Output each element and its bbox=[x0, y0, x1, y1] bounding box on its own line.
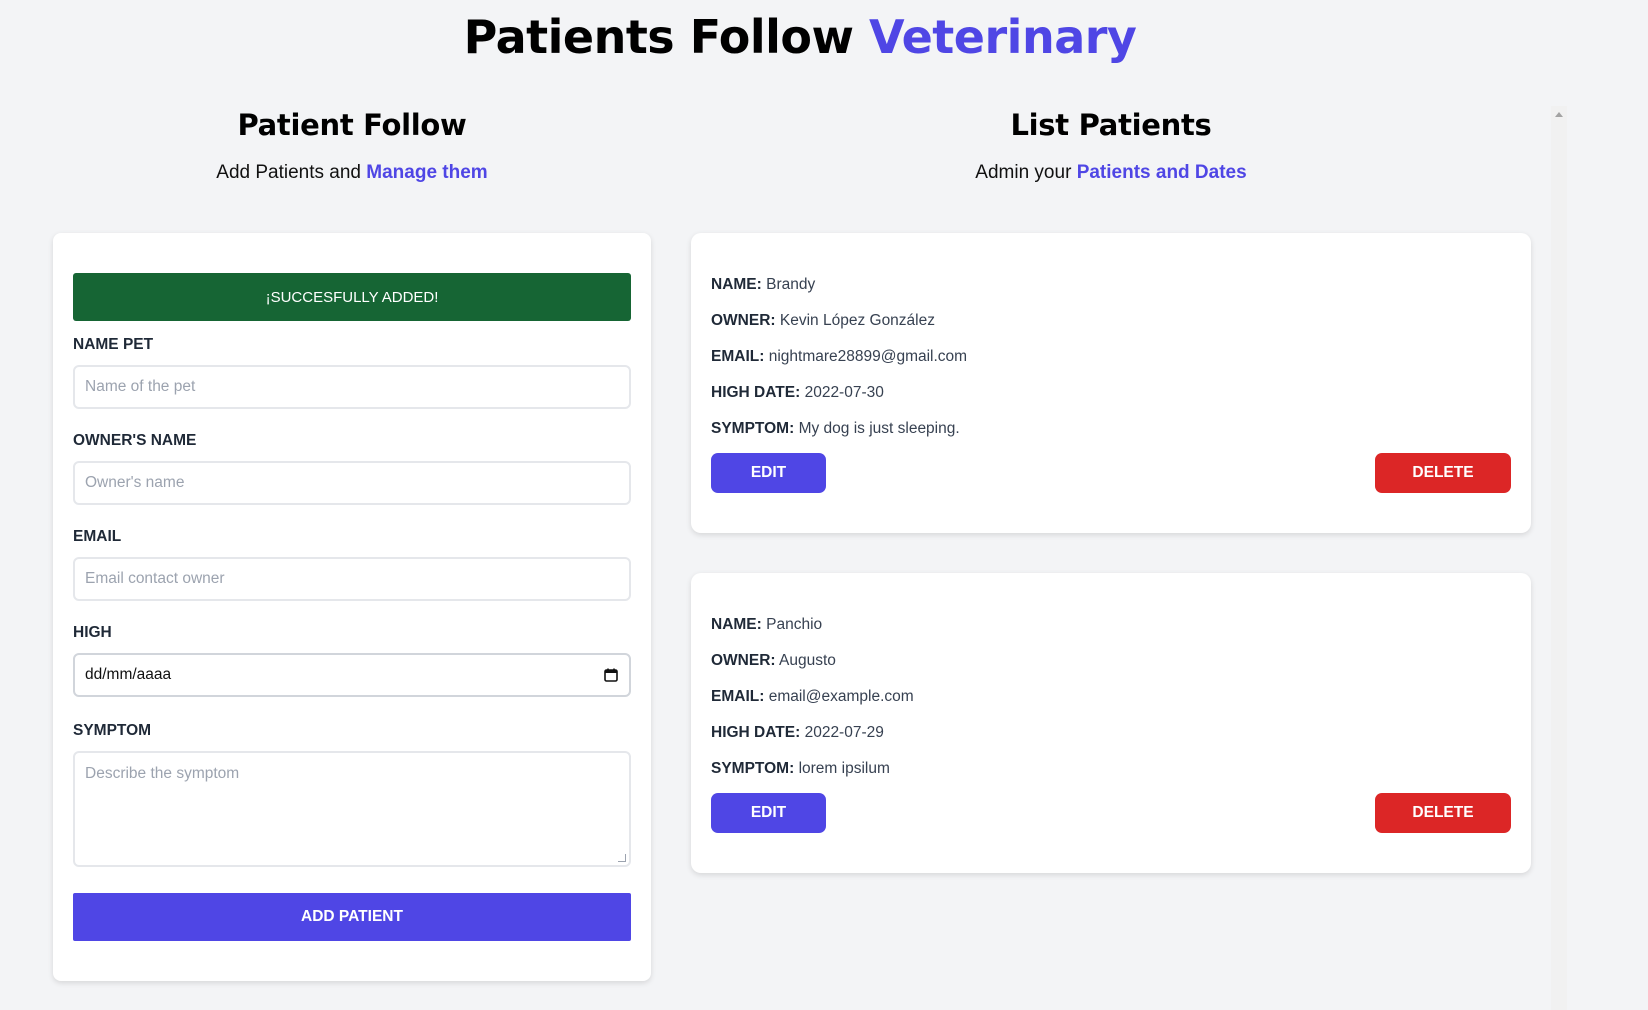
patient-owner-value: Kevin López González bbox=[779, 312, 935, 329]
symptom-placeholder: Describe the symptom bbox=[85, 765, 240, 782]
patient-email-label: EMAIL: bbox=[711, 688, 765, 705]
list-scrollbar[interactable] bbox=[1551, 106, 1567, 1010]
list-section-title: List Patients bbox=[1010, 108, 1212, 142]
owner-name-label: OWNER'S NAME bbox=[73, 432, 197, 449]
patient-owner-row: OWNER: Augusto bbox=[711, 652, 836, 670]
resize-handle-icon[interactable] bbox=[618, 854, 626, 862]
patient-card: NAME: Panchio OWNER: Augusto EMAIL: emai… bbox=[691, 573, 1531, 873]
patient-name-label: NAME: bbox=[711, 276, 762, 293]
list-subtitle-accent: Patients and Dates bbox=[1076, 162, 1247, 183]
form-section-subtitle: Add Patients and Manage them bbox=[53, 162, 651, 184]
form-subtitle-plain: Add Patients and bbox=[216, 162, 361, 183]
patient-name-row: NAME: Brandy bbox=[711, 276, 815, 294]
high-date-value: dd/mm/aaaa bbox=[85, 666, 172, 683]
high-label: HIGH bbox=[73, 624, 112, 641]
app-title-main: Patients Follow bbox=[463, 10, 854, 64]
add-patient-button[interactable]: ADD PATIENT bbox=[73, 893, 631, 941]
patient-email-row: EMAIL: email@example.com bbox=[711, 688, 914, 706]
list-subtitle-plain: Admin your bbox=[975, 162, 1072, 183]
email-input[interactable] bbox=[73, 557, 631, 601]
patient-high-date-value: 2022-07-30 bbox=[804, 384, 884, 401]
scroll-up-arrow-icon[interactable] bbox=[1555, 112, 1563, 117]
patient-email-row: EMAIL: nightmare28899@gmail.com bbox=[711, 348, 967, 366]
app-title: Patients Follow Veterinary bbox=[0, 10, 1600, 64]
app-title-accent: Veterinary bbox=[869, 10, 1137, 64]
patient-high-date-value: 2022-07-29 bbox=[804, 724, 884, 741]
name-pet-input[interactable] bbox=[73, 365, 631, 409]
patient-owner-label: OWNER: bbox=[711, 312, 776, 329]
owner-name-input[interactable] bbox=[73, 461, 631, 505]
patient-owner-value: Augusto bbox=[779, 652, 836, 669]
name-pet-label: NAME PET bbox=[73, 336, 154, 353]
list-section-subtitle: Admin your Patients and Dates bbox=[691, 162, 1531, 184]
list-section-header: List Patients Admin your Patients and Da… bbox=[691, 108, 1531, 184]
patient-owner-row: OWNER: Kevin López González bbox=[711, 312, 935, 330]
patient-high-date-label: HIGH DATE: bbox=[711, 384, 801, 401]
delete-button[interactable]: DELETE bbox=[1375, 453, 1511, 493]
form-section-header: Patient Follow Add Patients and Manage t… bbox=[53, 108, 651, 184]
calendar-icon[interactable] bbox=[603, 667, 619, 683]
symptom-textarea[interactable]: Describe the symptom bbox=[73, 751, 631, 867]
form-subtitle-accent: Manage them bbox=[366, 162, 488, 183]
patient-high-date-row: HIGH DATE: 2022-07-30 bbox=[711, 384, 884, 402]
patient-email-label: EMAIL: bbox=[711, 348, 765, 365]
patient-symptom-value: lorem ipsilum bbox=[798, 760, 890, 777]
patient-symptom-row: SYMPTOM: lorem ipsilum bbox=[711, 760, 890, 778]
patient-name-row: NAME: Panchio bbox=[711, 616, 822, 634]
patient-email-value: nightmare28899@gmail.com bbox=[768, 348, 968, 365]
patient-symptom-label: SYMPTOM: bbox=[711, 420, 795, 437]
patient-high-date-row: HIGH DATE: 2022-07-29 bbox=[711, 724, 884, 742]
edit-button[interactable]: EDIT bbox=[711, 453, 826, 493]
high-date-input[interactable]: dd/mm/aaaa bbox=[73, 653, 631, 697]
patient-symptom-label: SYMPTOM: bbox=[711, 760, 795, 777]
success-alert: ¡SUCCESFULLY ADDED! bbox=[73, 273, 631, 321]
email-label: EMAIL bbox=[73, 528, 122, 545]
patient-email-value: email@example.com bbox=[768, 688, 914, 705]
form-section-title: Patient Follow bbox=[237, 108, 467, 142]
delete-button[interactable]: DELETE bbox=[1375, 793, 1511, 833]
patient-high-date-label: HIGH DATE: bbox=[711, 724, 801, 741]
patient-name-value: Panchio bbox=[766, 616, 823, 633]
edit-button[interactable]: EDIT bbox=[711, 793, 826, 833]
patient-form: ¡SUCCESFULLY ADDED! NAME PET OWNER'S NAM… bbox=[53, 233, 651, 981]
patient-name-value: Brandy bbox=[766, 276, 816, 293]
patient-symptom-row: SYMPTOM: My dog is just sleeping. bbox=[711, 420, 960, 438]
symptom-label: SYMPTOM bbox=[73, 722, 152, 739]
patient-owner-label: OWNER: bbox=[711, 652, 776, 669]
patient-name-label: NAME: bbox=[711, 616, 762, 633]
patient-symptom-value: My dog is just sleeping. bbox=[798, 420, 960, 437]
patient-card: NAME: Brandy OWNER: Kevin López González… bbox=[691, 233, 1531, 533]
